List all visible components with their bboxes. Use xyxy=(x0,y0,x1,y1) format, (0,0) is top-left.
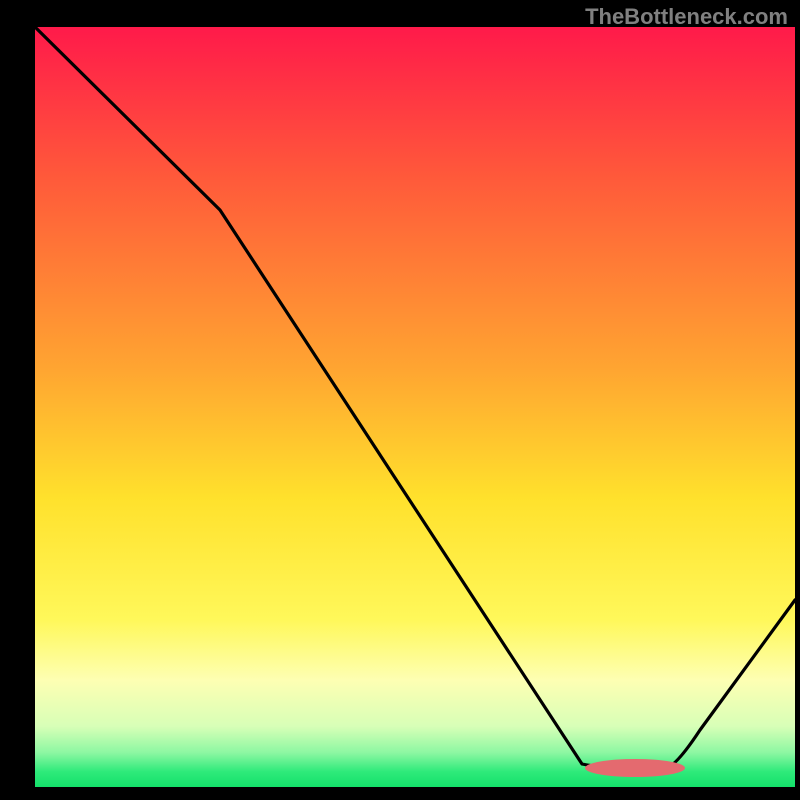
watermark-text: TheBottleneck.com xyxy=(585,4,788,30)
optimal-range-marker xyxy=(585,759,685,777)
bottleneck-chart: TheBottleneck.com xyxy=(0,0,800,800)
chart-svg xyxy=(0,0,800,800)
y-axis xyxy=(0,0,35,800)
x-axis xyxy=(0,787,800,800)
right-border xyxy=(795,0,800,800)
